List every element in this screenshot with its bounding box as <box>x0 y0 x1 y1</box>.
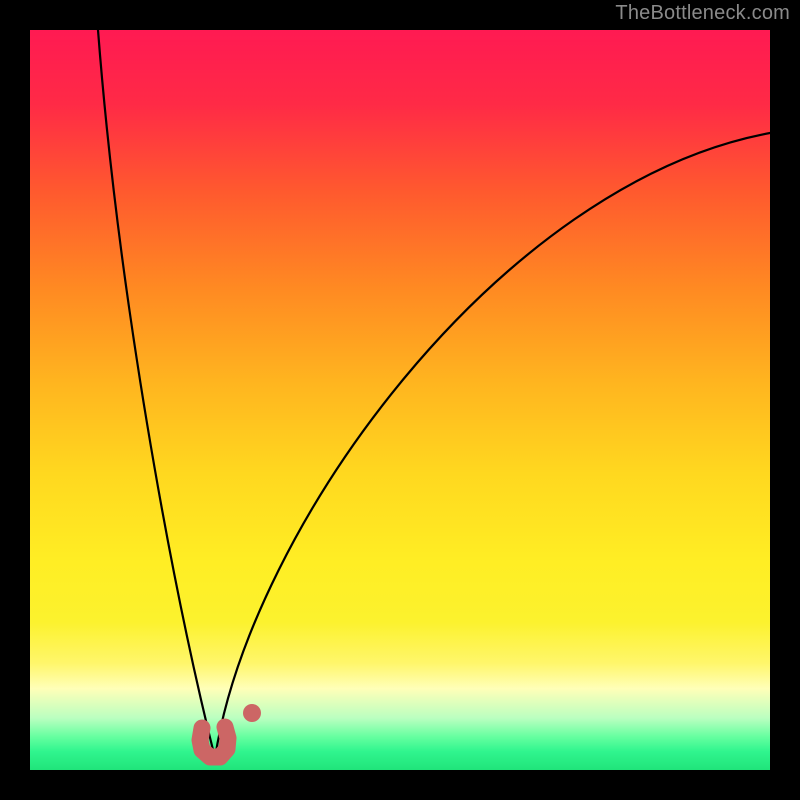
heat-background <box>30 30 770 770</box>
marker-dot <box>243 704 261 722</box>
plot-area <box>30 30 770 770</box>
plot-svg <box>30 30 770 770</box>
chart-frame: TheBottleneck.com <box>0 0 800 800</box>
watermark-text: TheBottleneck.com <box>615 2 790 25</box>
